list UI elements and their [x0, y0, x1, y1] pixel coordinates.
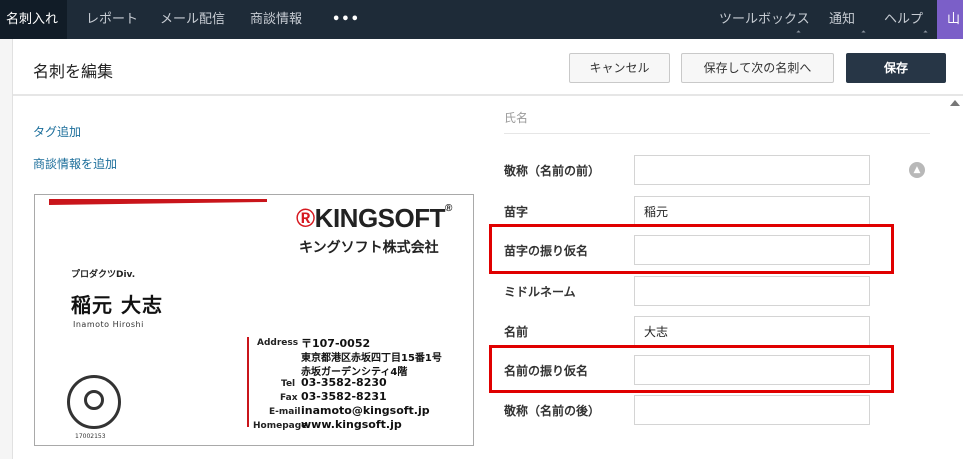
- card-person-name: 稲元 大志: [71, 293, 163, 317]
- card-red-stripe: [49, 199, 267, 205]
- last-name-kana-label: 苗字の振り仮名: [504, 244, 589, 258]
- cancel-button[interactable]: キャンセル: [569, 53, 670, 83]
- card-homepage-label: Homepage: [253, 421, 308, 431]
- logo-registered: ®: [445, 203, 452, 214]
- card-email-label: E-mail: [269, 407, 301, 417]
- nav-more-menu[interactable]: •••: [332, 0, 360, 39]
- kingsoft-logo: ®KINGSOFT®: [296, 203, 452, 234]
- help-caret-icon: [923, 30, 928, 35]
- left-side-panel-edge: [0, 39, 13, 459]
- top-navigation: 名刺入れ レポート メール配信 商談情報 ••• ツールボックス 通知 ヘルプ …: [0, 0, 963, 39]
- last-name-kana-input[interactable]: [634, 235, 870, 265]
- first-name-kana-label: 名前の振り仮名: [504, 364, 589, 378]
- card-address-label: Address: [257, 338, 299, 348]
- user-avatar[interactable]: 山: [937, 0, 963, 39]
- prefix-title-input[interactable]: [634, 155, 870, 185]
- notifications-caret-icon: [861, 30, 866, 35]
- privacy-mark-number: 17002153: [75, 433, 106, 440]
- logo-mark: ®: [296, 203, 315, 233]
- name-section-title: 氏名: [504, 111, 529, 125]
- first-name-kana-input[interactable]: [634, 355, 870, 385]
- nav-reports[interactable]: レポート: [86, 0, 138, 39]
- header-divider: [0, 94, 963, 96]
- nav-help[interactable]: ヘルプ: [884, 0, 923, 39]
- suffix-title-label: 敬称（名前の後）: [504, 404, 601, 418]
- card-company-name: キングソフト株式会社: [299, 240, 439, 256]
- card-tel-label: Tel: [281, 379, 296, 389]
- save-button[interactable]: 保存: [846, 53, 946, 83]
- suffix-title-input[interactable]: [634, 395, 870, 425]
- first-name-label: 名前: [504, 325, 529, 339]
- scroll-up-icon[interactable]: [950, 100, 960, 106]
- add-deal-link[interactable]: 商談情報を追加: [33, 155, 117, 172]
- card-address-divider: [247, 337, 249, 427]
- middle-name-input[interactable]: [634, 276, 870, 306]
- privacy-mark-inner: [84, 390, 104, 410]
- nav-mail-delivery[interactable]: メール配信: [160, 0, 225, 39]
- card-tel: 03-3582-8230: [301, 376, 387, 389]
- card-department: プロダクツDiv.: [71, 270, 136, 280]
- card-email: inamoto@kingsoft.jp: [301, 404, 430, 417]
- first-name-input[interactable]: [634, 316, 870, 346]
- card-address-line-1: 東京都港区赤坂四丁目15番1号: [301, 353, 442, 364]
- privacy-mark-icon: [67, 375, 121, 429]
- nav-deals[interactable]: 商談情報: [250, 0, 302, 39]
- nav-business-cards[interactable]: 名刺入れ: [0, 0, 68, 39]
- last-name-label: 苗字: [504, 205, 529, 219]
- middle-name-label: ミドルネーム: [504, 285, 576, 299]
- section-divider: [504, 133, 930, 134]
- card-person-roman: Inamoto Hiroshi: [73, 320, 144, 329]
- card-homepage: www.kingsoft.jp: [301, 418, 402, 431]
- prefix-title-label: 敬称（名前の前）: [504, 164, 601, 178]
- card-fax-label: Fax: [280, 393, 298, 403]
- page-title: 名刺を編集: [33, 62, 114, 81]
- card-fax: 03-3582-8231: [301, 390, 387, 403]
- logo-text: KINGSOFT: [314, 203, 446, 233]
- save-and-next-button[interactable]: 保存して次の名刺へ: [681, 53, 834, 83]
- collapse-section-icon[interactable]: ▲: [909, 162, 925, 178]
- last-name-input[interactable]: [634, 196, 870, 226]
- add-tag-link[interactable]: タグ追加: [33, 123, 81, 140]
- nav-notifications[interactable]: 通知: [829, 0, 855, 39]
- business-card-image: ®KINGSOFT® キングソフト株式会社 プロダクツDiv. 稲元 大志 In…: [34, 194, 474, 446]
